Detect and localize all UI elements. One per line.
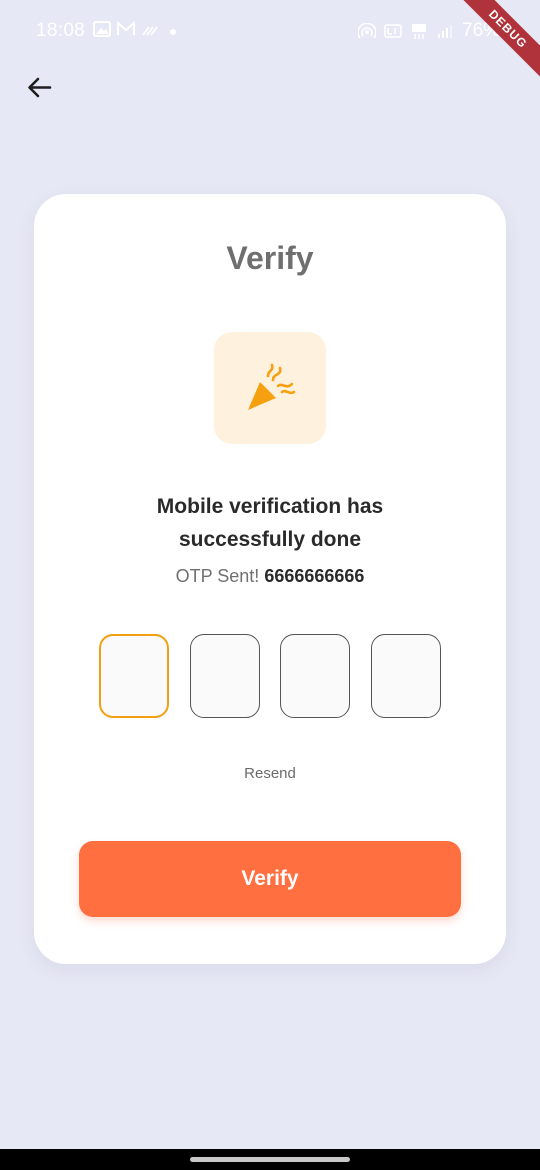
network-5g-icon [412,24,426,39]
home-gesture-handle[interactable] [190,1157,350,1162]
success-message: Mobile verification has successfully don… [34,490,506,556]
gallery-icon [93,21,111,37]
status-bar: 18:08 76% [0,0,540,62]
signal-bars-icon [438,25,452,38]
verify-card: Verify Mobile verification has successfu… [34,194,506,964]
otp-digit-1[interactable] [99,634,169,718]
success-message-line-2: successfully done [178,528,362,551]
otp-digit-4[interactable] [371,634,441,718]
hotspot-icon [358,23,376,39]
resend-link[interactable]: Resend [34,765,506,782]
otp-sent-label: OTP Sent! [175,566,260,586]
party-popper-icon [248,363,296,410]
otp-digit-3[interactable] [280,634,350,718]
card-title: Verify [226,240,314,276]
status-notification-icons [93,21,159,37]
otp-sent-line: OTP Sent! 6666666666 [34,566,506,587]
status-system-icons: 76% [358,20,500,42]
notification-dot [170,29,176,35]
mail-icon [117,21,135,35]
status-time: 18:08 [36,20,86,41]
celebration-icon-tile [214,332,326,444]
verify-button[interactable]: Verify [79,841,461,917]
success-message-line-1: Mobile verification has [156,495,384,518]
otp-digit-2[interactable] [190,634,260,718]
back-button[interactable] [22,70,58,106]
otp-phone-number: 6666666666 [264,566,365,586]
signal-waves-icon [142,26,158,36]
arrow-left-icon [28,77,52,98]
navigation-bar [0,1149,540,1170]
volte-icon [384,24,402,38]
